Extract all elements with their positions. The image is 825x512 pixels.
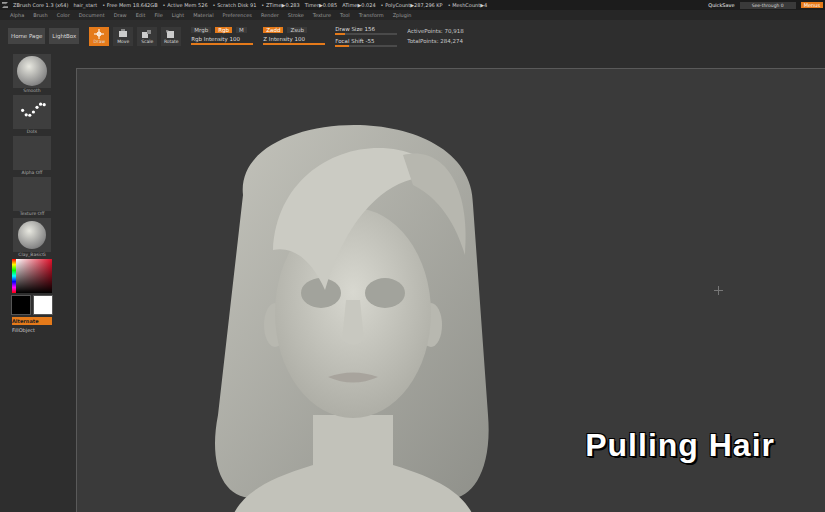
menu-item[interactable]: Light bbox=[172, 12, 184, 18]
menu-item[interactable]: Material bbox=[193, 12, 213, 18]
video-caption: Pulling Hair bbox=[585, 427, 775, 464]
menu-item[interactable]: Draw bbox=[114, 12, 127, 18]
z-toggle[interactable]: Zadd bbox=[263, 27, 283, 33]
title-segment: ZBrush Core 1.3 (x64) bbox=[13, 2, 68, 8]
zbrush-logo-icon bbox=[2, 2, 8, 8]
color-swatch[interactable] bbox=[11, 295, 31, 315]
viewport-canvas[interactable]: Pulling Hair bbox=[76, 68, 825, 512]
color-toggle[interactable]: Mrgb bbox=[191, 27, 211, 33]
title-segment: ATime▶0.024 bbox=[342, 2, 375, 8]
points-info: ActivePoints: 70,918 TotalPoints: 284,274 bbox=[407, 28, 463, 44]
menu-item[interactable]: Edit bbox=[136, 12, 146, 18]
draw-icon bbox=[93, 29, 105, 39]
menu-item[interactable]: Color bbox=[57, 12, 70, 18]
brush-size-group: Draw Size 156 Focal Shift -55 bbox=[335, 26, 397, 47]
menu-item[interactable]: Transform bbox=[359, 12, 384, 18]
menu-item[interactable]: Brush bbox=[33, 12, 47, 18]
left-shelf: SmoothDotsAlpha OffTexture OffClay_Basic… bbox=[0, 52, 60, 512]
mode-button[interactable]: Draw bbox=[89, 27, 109, 46]
menu-item[interactable]: Stroke bbox=[288, 12, 304, 18]
menus-button[interactable]: Menus bbox=[801, 2, 823, 8]
title-segment: • ZTime▶0.283 bbox=[261, 2, 299, 8]
brush-slider[interactable]: Draw Size 156 bbox=[335, 26, 397, 35]
fill-object-button[interactable]: FillObject bbox=[12, 327, 52, 333]
nav-button[interactable]: Home Page bbox=[8, 28, 45, 44]
points-label: TotalPoints: 284,274 bbox=[407, 38, 463, 44]
color-group: Mrgb Rgb M Rgb Intensity 100 bbox=[191, 27, 253, 45]
zbrush-window: ZBrush Core 1.3 (x64) hair_start • Free Me… bbox=[0, 0, 825, 512]
scale-icon bbox=[141, 29, 153, 39]
toolbar: Home PageLightBox DrawMoveScaleRotate Mrgb… bbox=[0, 20, 825, 52]
shelf-item[interactable]: Smooth bbox=[13, 54, 51, 93]
title-segment: • Active Mem 526 bbox=[163, 2, 208, 8]
menu-item[interactable]: Document bbox=[79, 12, 105, 18]
color-toggle[interactable]: Rgb bbox=[215, 27, 232, 33]
menu-item[interactable]: Preferences bbox=[223, 12, 252, 18]
menu-item[interactable]: Alpha bbox=[10, 12, 24, 18]
title-segment: hair_start bbox=[73, 2, 97, 8]
color-swatch[interactable] bbox=[33, 295, 53, 315]
color-toggle[interactable]: M bbox=[236, 27, 247, 33]
dots-stroke-icon bbox=[15, 97, 49, 127]
mode-button[interactable]: Rotate bbox=[161, 27, 181, 46]
title-segment: • PolyCount▶287,296 KP bbox=[381, 2, 443, 8]
title-segment: • Scratch Disk 91 bbox=[213, 2, 257, 8]
z-intensity-slider[interactable]: Z Intensity 100 bbox=[263, 36, 325, 45]
color-picker[interactable] bbox=[12, 259, 52, 293]
shelf-item[interactable]: Clay_BasicG bbox=[13, 218, 51, 257]
alternate-button[interactable]: Alternate bbox=[12, 317, 52, 325]
menu-item[interactable]: Texture bbox=[313, 12, 331, 18]
z-group: Zadd Zsub Z Intensity 100 bbox=[263, 27, 325, 45]
head-model[interactable] bbox=[203, 85, 503, 512]
menu-bar: Alpha Brush Color Document Draw Edit File Light… bbox=[0, 10, 825, 20]
title-bar: ZBrush Core 1.3 (x64) hair_start • Free Me… bbox=[0, 0, 825, 10]
title-segment: • Free Mem 18.642GB bbox=[102, 2, 157, 8]
title-segment: Timer▶0.085 bbox=[305, 2, 337, 8]
see-through-slider[interactable]: See-through 0 bbox=[740, 2, 796, 9]
menu-item[interactable]: Render bbox=[261, 12, 279, 18]
crosshair-icon bbox=[714, 286, 723, 295]
shelf-item[interactable]: Texture Off bbox=[13, 177, 51, 216]
quicksave-button[interactable]: QuickSave bbox=[708, 2, 734, 8]
menu-item[interactable]: Zplugin bbox=[393, 12, 412, 18]
shelf-item[interactable]: Alpha Off bbox=[13, 136, 51, 175]
menu-item[interactable]: File bbox=[154, 12, 162, 18]
nav-button[interactable]: LightBox bbox=[49, 28, 79, 44]
mode-button[interactable]: Move bbox=[113, 27, 133, 46]
saturation-field[interactable] bbox=[16, 259, 52, 293]
brush-slider[interactable]: Focal Shift -55 bbox=[335, 38, 397, 47]
title-segment: • MeshCount▶4 bbox=[448, 2, 488, 8]
rgb-intensity-slider[interactable]: Rgb Intensity 100 bbox=[191, 36, 253, 45]
brush-sphere-icon bbox=[17, 56, 47, 86]
material-sphere-icon bbox=[18, 221, 46, 249]
rotate-icon bbox=[165, 29, 177, 39]
z-toggle[interactable]: Zsub bbox=[287, 27, 307, 33]
move-icon bbox=[117, 29, 129, 39]
shelf-item[interactable]: Dots bbox=[13, 95, 51, 134]
points-label: ActivePoints: 70,918 bbox=[407, 28, 463, 34]
menu-item[interactable]: Tool bbox=[340, 12, 350, 18]
mode-button[interactable]: Scale bbox=[137, 27, 157, 46]
